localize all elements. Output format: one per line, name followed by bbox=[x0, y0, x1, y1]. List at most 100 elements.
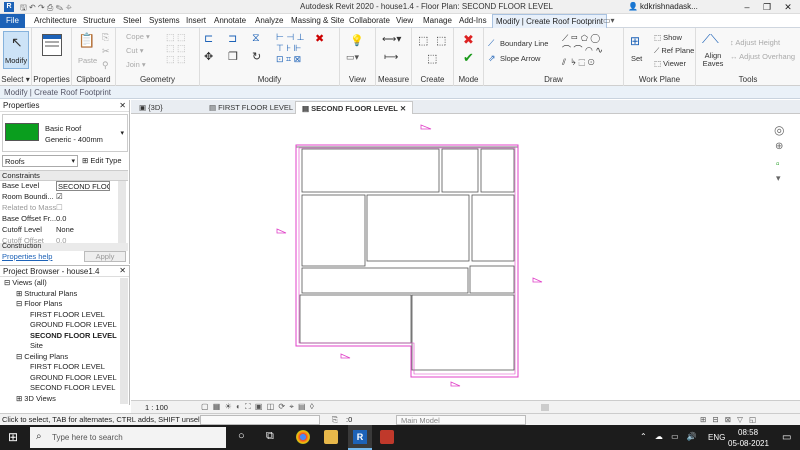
close-tab-icon[interactable]: ✕ bbox=[400, 104, 406, 113]
horizontal-scroll-thumb[interactable] bbox=[541, 404, 549, 411]
set-button[interactable]: Set bbox=[631, 54, 642, 63]
cancel-edit-icon[interactable]: ✖ bbox=[463, 32, 474, 48]
system-tray-icons[interactable]: ⌃ ☁ ▭ 🔊 bbox=[640, 432, 700, 441]
file-explorer-icon[interactable] bbox=[324, 430, 338, 444]
room-bounding-checkbox[interactable]: ☑ bbox=[56, 192, 63, 202]
language-indicator[interactable]: ENG bbox=[708, 433, 725, 442]
zoom-region-icon[interactable]: ▫ bbox=[776, 159, 780, 170]
chrome-icon[interactable] bbox=[296, 430, 310, 444]
paste-label[interactable]: Paste bbox=[78, 56, 97, 65]
category-dropdown[interactable]: Roofs ▾ bbox=[2, 155, 78, 167]
task-view-icon[interactable]: ⧉ bbox=[266, 430, 274, 443]
create-parts-icon[interactable]: ⬚ bbox=[436, 34, 446, 47]
measure-icon[interactable]: ⟷▾ bbox=[382, 34, 401, 45]
construction-header[interactable]: Construction bbox=[0, 243, 128, 251]
base-offset-field[interactable]: 0.0 bbox=[56, 214, 66, 224]
close-button[interactable]: ✕ bbox=[778, 1, 798, 13]
draw-shape-tools[interactable]: ⟋ ▭ ⬠ ◯ ⌒ ⌒ ◠ ∿ ⫽ ↳ ⬚ ⊙ bbox=[562, 32, 603, 68]
tab-view[interactable]: View bbox=[393, 14, 416, 28]
slope-arrow-button[interactable]: Slope Arrow bbox=[500, 54, 540, 63]
active-workset-dropdown[interactable] bbox=[200, 415, 320, 425]
tab-massing-site[interactable]: Massing & Site bbox=[288, 14, 347, 28]
tree-item[interactable]: GROUND FLOOR LEVEL bbox=[28, 320, 117, 329]
geometry-tools-icons[interactable]: ⬚ ⬚ ⬚ ⬚ ⬚ ⬚ bbox=[166, 32, 186, 65]
mirror-icon[interactable]: ⧖ bbox=[252, 32, 260, 45]
edit-type-button[interactable]: ⊞ Edit Type bbox=[82, 156, 122, 165]
tab-first-floor-level[interactable]: ▤ FIRST FLOOR LEVEL bbox=[203, 101, 299, 114]
expand-icon[interactable]: ⊞ bbox=[16, 394, 22, 403]
base-level-field[interactable]: SECOND FLOC bbox=[56, 181, 110, 191]
move-icon[interactable]: ✥ bbox=[204, 50, 213, 63]
collapse-icon[interactable]: ⊟ bbox=[4, 278, 10, 287]
viewer-button[interactable]: ⬚ Viewer bbox=[654, 59, 686, 68]
cut-icon[interactable]: ✂ bbox=[102, 46, 110, 57]
tree-item[interactable]: ⊞ Structural Plans bbox=[16, 289, 77, 298]
cut-button[interactable]: Cut ▾ bbox=[126, 46, 144, 55]
trim-icon[interactable]: ⊢ ⊣ ⊥ ⊤ ⊦ ⊩ ⊡ ⌗ ⊠ bbox=[276, 32, 305, 65]
tree-item[interactable]: ⊞ 3D Views bbox=[16, 394, 56, 403]
tree-item[interactable]: FIRST FLOOR LEVEL bbox=[28, 362, 105, 371]
properties-icon[interactable] bbox=[42, 34, 62, 56]
collapse-icon[interactable]: ⊟ bbox=[16, 352, 22, 361]
copy-icon[interactable]: ⎘ bbox=[102, 32, 109, 43]
zoom-icon[interactable]: ⊕ bbox=[775, 141, 783, 152]
east-elevation-marker[interactable] bbox=[532, 277, 543, 283]
tab-structure[interactable]: Structure bbox=[80, 14, 118, 28]
tree-item[interactable]: ⊟ Ceiling Plans bbox=[16, 352, 68, 361]
tree-item[interactable]: ⊟ Views (all) bbox=[4, 278, 47, 287]
tab-steel[interactable]: Steel bbox=[120, 14, 144, 28]
tab-add-ins[interactable]: Add-Ins bbox=[456, 14, 490, 28]
select-dropdown[interactable]: Select ▾ bbox=[0, 75, 31, 84]
align-eaves-icon[interactable]: ⟋⟍ bbox=[702, 32, 719, 47]
slope-arrow-icon[interactable]: ⇗ bbox=[488, 53, 496, 64]
adjust-height-button[interactable]: ↕ Adjust Height bbox=[730, 38, 780, 47]
tab-architecture[interactable]: Architecture bbox=[31, 14, 80, 28]
tree-item[interactable]: SECOND FLOOR LEVEL bbox=[28, 331, 117, 340]
revit-taskbar-button[interactable]: R bbox=[348, 425, 372, 450]
cope-button[interactable]: Cope ▾ bbox=[126, 32, 150, 41]
properties-label[interactable]: Properties bbox=[32, 75, 71, 84]
match-icon[interactable]: ⚲ bbox=[102, 60, 109, 71]
properties-help-link[interactable]: Properties help bbox=[2, 252, 52, 261]
offset-icon[interactable]: ⊐ bbox=[228, 32, 237, 45]
tab-annotate[interactable]: Annotate bbox=[211, 14, 249, 28]
apply-button[interactable]: Apply bbox=[84, 251, 126, 262]
browser-scrollbar[interactable] bbox=[120, 278, 128, 404]
expand-icon[interactable]: ⊞ bbox=[16, 289, 22, 298]
set-workplane-icon[interactable]: ⊞ bbox=[630, 34, 640, 48]
tree-item[interactable]: Site bbox=[28, 341, 43, 350]
finish-edit-icon[interactable]: ✔ bbox=[463, 50, 474, 66]
south-elevation-marker-2[interactable] bbox=[450, 381, 461, 387]
ref-plane-button[interactable]: ⟋ Ref Plane bbox=[654, 46, 694, 56]
user-name[interactable]: kdkrishnadask... bbox=[640, 2, 698, 11]
windows-start-icon[interactable]: ⊞ bbox=[8, 430, 18, 444]
cutoff-level-field[interactable]: None bbox=[56, 225, 74, 235]
create-assembly-icon[interactable]: ⬚ bbox=[418, 34, 428, 47]
tab-second-floor-level[interactable]: ▤ SECOND FLOOR LEVEL ✕ bbox=[295, 101, 414, 114]
west-elevation-marker[interactable] bbox=[276, 228, 287, 234]
restore-button[interactable]: ❐ bbox=[757, 1, 777, 13]
notification-icon[interactable]: ▭ bbox=[782, 432, 791, 443]
adjust-overhang-button[interactable]: ↔ Adjust Overhang bbox=[730, 52, 795, 61]
steering-wheel-icon[interactable]: ◎ bbox=[774, 123, 784, 137]
align-icon[interactable]: ⊏ bbox=[204, 32, 213, 45]
tab-systems[interactable]: Systems bbox=[146, 14, 183, 28]
properties-scrollbar[interactable] bbox=[118, 181, 126, 243]
show-button[interactable]: ⬚ Show bbox=[654, 33, 682, 42]
paste-icon[interactable]: 📋 bbox=[78, 32, 95, 49]
create-group-icon[interactable]: ⬚ bbox=[427, 52, 437, 65]
north-elevation-marker[interactable] bbox=[420, 124, 432, 130]
clock-time[interactable]: 08:58 bbox=[738, 428, 758, 437]
dimension-icon[interactable]: ⟼ bbox=[384, 52, 398, 63]
tree-item[interactable]: GROUND FLOOR LEVEL bbox=[28, 373, 117, 382]
modify-button[interactable]: ↖ Modify bbox=[3, 31, 29, 69]
tree-item[interactable]: ⊟ Floor Plans bbox=[16, 299, 62, 308]
tab-insert[interactable]: Insert bbox=[183, 14, 209, 28]
tab-3d-view[interactable]: ▣ {3D} bbox=[133, 101, 169, 114]
delete-icon[interactable]: ✖ bbox=[315, 32, 324, 45]
chevron-down-icon[interactable]: ▾ bbox=[120, 129, 124, 137]
collapse-icon[interactable]: ⊟ bbox=[16, 299, 22, 308]
minimize-button[interactable]: – bbox=[737, 1, 757, 13]
drawing-area[interactable]: ◎ ⊕ ▫ ▾ bbox=[131, 115, 800, 400]
ribbon-toggle-icon[interactable]: ▭▾ bbox=[600, 14, 618, 28]
